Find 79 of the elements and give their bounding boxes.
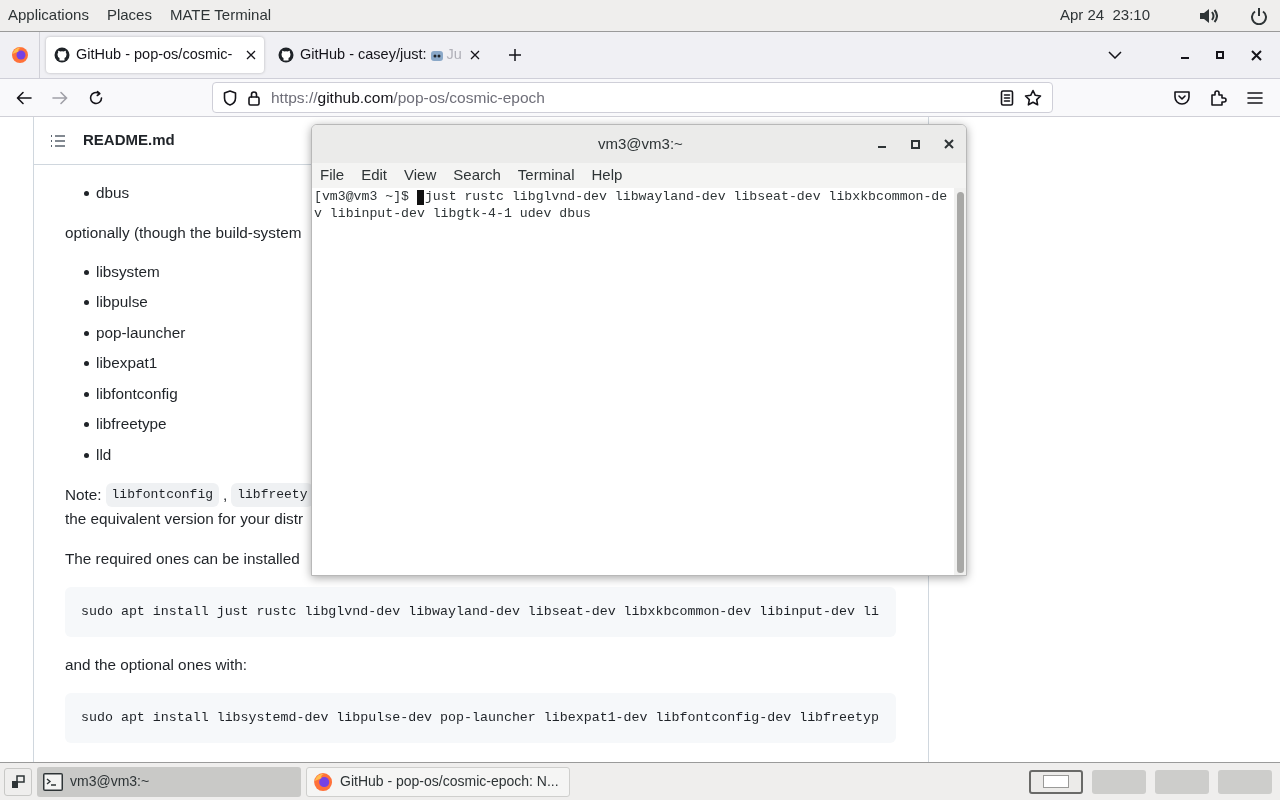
tab-title: Ju (446, 45, 462, 65)
bullet-icon (84, 361, 89, 366)
plus-icon[interactable] (508, 48, 522, 62)
tab-title: GitHub - casey/just: (300, 45, 427, 65)
bullet-icon (84, 269, 89, 275)
workspace-button[interactable] (1029, 769, 1083, 794)
firefox-icon (312, 770, 334, 793)
bullet-icon (84, 452, 89, 458)
browser-tab[interactable]: GitHub - pop-os/cosmic- (46, 37, 264, 73)
tab-title: GitHub - pop-os/cosmic- (76, 45, 233, 65)
robot-icon (429, 48, 444, 62)
taskbar-button[interactable]: vm3@vm3:~ (37, 766, 301, 797)
bullet-icon (84, 190, 89, 196)
volume-icon[interactable] (1198, 6, 1218, 25)
note-label: Note: (65, 484, 102, 505)
inline-code: libfontconfig (105, 483, 219, 507)
window-thumbnail-icon (1043, 775, 1069, 788)
close-icon[interactable] (1251, 49, 1262, 61)
readme-title: README.md (83, 130, 175, 151)
menu-icon[interactable] (1247, 90, 1263, 105)
maximize-icon[interactable] (911, 139, 920, 149)
clock[interactable]: Apr 24 23:10 (1059, 4, 1150, 27)
reader-view-icon[interactable] (1000, 89, 1014, 106)
show-desktop-button[interactable] (4, 767, 32, 796)
windows-icon (11, 774, 25, 789)
bullet-icon (84, 330, 89, 336)
terminal-menu[interactable]: Terminal (517, 164, 575, 187)
power-icon[interactable] (1250, 6, 1268, 25)
list-item-text: pop-launcher (96, 322, 186, 343)
browser-tab[interactable]: GitHub - casey/just: Ju (270, 37, 488, 73)
code-text: sudo apt install libsystemd-dev libpulse-dev pop-launcher libexpat1-dev libfontconfig-dev libfreetyp (81, 709, 879, 728)
github-icon (54, 47, 70, 63)
inline-code: libfreety (231, 483, 314, 507)
star-icon[interactable] (1024, 88, 1042, 107)
taskbar-button[interactable]: GitHub - pop-os/cosmic-epoch: N... (306, 766, 570, 797)
close-icon[interactable] (246, 50, 256, 60)
puzzle-icon[interactable] (1209, 88, 1227, 107)
list-item-text: lld (96, 444, 112, 465)
terminal-icon (42, 771, 64, 792)
terminal-menu[interactable]: Help (591, 164, 623, 187)
address-bar[interactable]: https://github.com/pop-os/cosmic-epoch (212, 82, 1053, 113)
list-item-text: libsystem (96, 261, 160, 282)
paragraph-text: and the optional ones with: (65, 655, 248, 675)
list-item-text: libpulse (96, 292, 148, 313)
bullet-icon (84, 422, 89, 427)
firefox-icon[interactable] (10, 46, 29, 64)
outline-list-icon[interactable] (50, 133, 66, 148)
list-item-text: libfreetype (96, 414, 167, 435)
terminal-menu[interactable]: View (404, 164, 437, 187)
paragraph-text: optionally (though the build-system (65, 223, 303, 243)
pocket-icon[interactable] (1173, 89, 1191, 106)
panel-menu[interactable]: MATE Terminal (169, 4, 272, 27)
terminal-output: [vm3@vm3 ~]$ just rustc libglvnd-dev libwayland-dev libseat-dev libxkbcommon-de v libinput-dev libgtk-4-1 udev dbus (313, 188, 949, 223)
paragraph-text: The required ones can be installed (65, 549, 301, 569)
chevron-down-icon[interactable] (1108, 51, 1122, 59)
back-arrow-icon[interactable] (16, 90, 32, 105)
lock-icon[interactable] (247, 89, 261, 106)
bullet-icon (84, 300, 89, 305)
terminal-menu[interactable]: Edit (361, 164, 388, 187)
github-icon (278, 47, 294, 63)
paragraph-text: the equivalent version for your distr (65, 509, 305, 529)
terminal-menu[interactable]: Search (453, 164, 501, 187)
separator-text: , (223, 484, 228, 505)
reload-icon[interactable] (88, 89, 104, 106)
terminal-menu[interactable]: File (320, 164, 345, 187)
maximize-icon[interactable] (1216, 51, 1224, 59)
close-icon[interactable] (470, 50, 480, 60)
bullet-icon (84, 391, 89, 397)
scrollbar-thumb[interactable] (956, 192, 964, 573)
shield-icon[interactable] (223, 89, 237, 106)
list-item-text: libexpat1 (96, 353, 158, 374)
window-title: vm3@vm3:~ (598, 133, 683, 154)
code-text: sudo apt install just rustc libglvnd-dev libwayland-dev libseat-dev libxkbcommon-dev libinput-dev li (81, 603, 879, 622)
close-icon[interactable] (944, 139, 954, 149)
url-text: https://github.com/pop-os/cosmic-epoch (271, 87, 546, 108)
panel-menu[interactable]: Places (106, 4, 152, 27)
list-item-text: dbus (96, 182, 130, 203)
list-item-text: libfontconfig (96, 383, 178, 404)
panel-menu[interactable]: Applications (8, 4, 89, 27)
